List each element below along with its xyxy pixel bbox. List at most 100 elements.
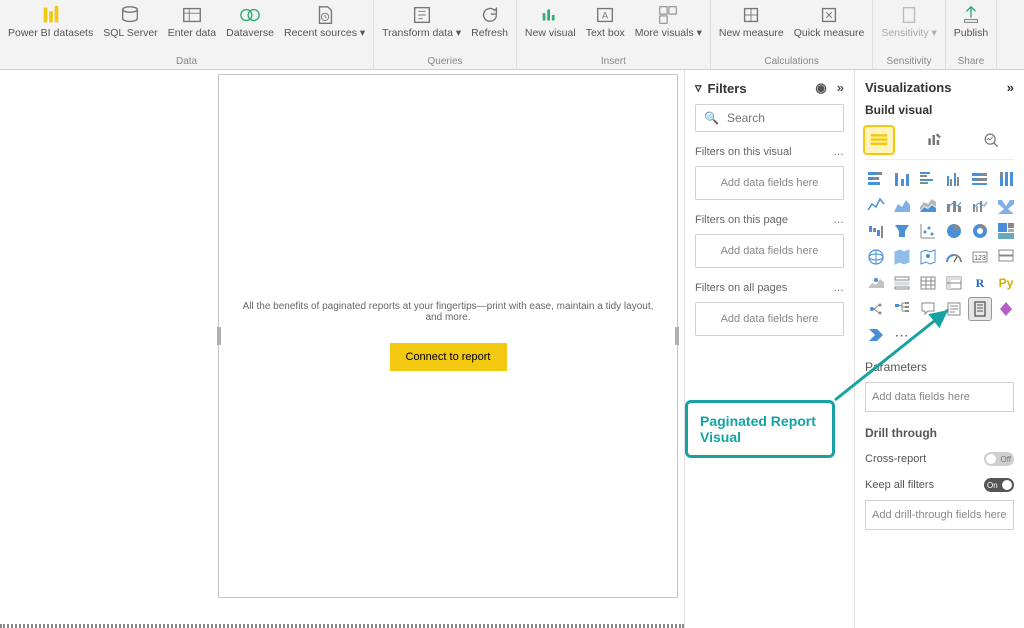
more-icon[interactable]: …	[833, 214, 844, 226]
viz-line[interactable]	[865, 194, 887, 216]
ribbon-btn-publish[interactable]: Publish	[950, 2, 992, 42]
keep-all-filters-label: Keep all filters	[865, 479, 934, 491]
filter-well-all[interactable]: Add data fields here	[695, 302, 844, 336]
build-tab-analytics[interactable]	[977, 127, 1005, 153]
page-boundary-dots	[0, 624, 684, 628]
viz-key-influencers[interactable]	[865, 298, 887, 320]
show-hide-icon[interactable]: ◉	[815, 80, 826, 96]
viz-stacked-area[interactable]	[917, 194, 939, 216]
filters-search[interactable]: 🔍	[695, 104, 844, 132]
ribbon-btn-label: Sensitivity ▾	[881, 28, 936, 40]
viz-decomposition-tree[interactable]	[891, 298, 913, 320]
connect-to-report-button[interactable]: Connect to report	[390, 343, 507, 371]
ribbon-btn-pbi-datasets[interactable]: Power BI datasets	[4, 2, 97, 42]
viz-stacked-column[interactable]	[891, 168, 913, 190]
viz-table[interactable]	[917, 272, 939, 294]
build-tab-format[interactable]	[921, 127, 949, 153]
viz-treemap[interactable]	[995, 220, 1017, 242]
filter-well-visual[interactable]: Add data fields here	[695, 166, 844, 200]
ribbon-btn-quick-measure[interactable]: Quick measure	[790, 2, 869, 42]
filters-header: ▿ Filters ◉ »	[695, 80, 844, 96]
viz-area[interactable]	[891, 194, 913, 216]
viz-paginated-report[interactable]	[969, 298, 991, 320]
visualizations-pane: Visualizations » Build visual	[854, 70, 1024, 628]
viz-waterfall[interactable]	[865, 220, 887, 242]
viz-python[interactable]: Py	[995, 272, 1017, 294]
viz-map[interactable]	[865, 246, 887, 268]
filters-title: Filters	[708, 81, 816, 96]
more-icon[interactable]: …	[833, 282, 844, 294]
canvas-area: ▽ ⛶ ⋯ All the benefits of paginated repo…	[0, 70, 684, 628]
viz-filled-map[interactable]	[891, 246, 913, 268]
placeholder-message: All the benefits of paginated reports at…	[237, 301, 659, 323]
ribbon-btn-new-visual[interactable]: New visual	[521, 2, 580, 42]
ribbon-btn-refresh[interactable]: Refresh	[467, 2, 512, 42]
viz-qna[interactable]	[917, 298, 939, 320]
svg-text:123: 123	[974, 255, 986, 262]
ribbon-btn-more-visuals[interactable]: More visuals ▾	[631, 2, 706, 42]
ribbon-btn-label: SQL Server	[103, 28, 157, 40]
ribbon-btn-dataverse[interactable]: Dataverse	[222, 2, 278, 42]
keep-all-filters-toggle[interactable]: On	[984, 478, 1014, 492]
viz-card[interactable]: 123	[969, 246, 991, 268]
ribbon-btn-transform-data[interactable]: Transform data ▾	[378, 2, 465, 42]
ribbon-section-label: Insert	[601, 54, 626, 69]
viz-pie[interactable]	[943, 220, 965, 242]
viz-ribbon[interactable]	[995, 194, 1017, 216]
viz-line-stacked-column[interactable]	[943, 194, 965, 216]
viz-line-clustered-column[interactable]	[969, 194, 991, 216]
viz-r-script[interactable]: R	[969, 272, 991, 294]
viz-power-apps[interactable]	[995, 298, 1017, 320]
more-icon[interactable]: …	[833, 146, 844, 158]
build-tab-fields[interactable]	[865, 127, 893, 153]
viz-stacked-bar[interactable]	[865, 168, 887, 190]
ribbon-btn-text-box[interactable]: AText box	[582, 2, 629, 42]
ribbon-section-label: Share	[958, 54, 985, 69]
ribbon-btn-label: Text box	[586, 28, 625, 40]
resize-handle-right[interactable]	[675, 327, 679, 345]
viz-100-stacked-column[interactable]	[995, 168, 1017, 190]
ribbon-btn-label: Dataverse	[226, 28, 274, 40]
viz-donut[interactable]	[969, 220, 991, 242]
ribbon-group-share: Publish Share	[946, 0, 997, 69]
viz-get-more[interactable]: ⋯	[891, 324, 913, 346]
cross-report-label: Cross-report	[865, 453, 926, 465]
ribbon-btn-label: Publish	[954, 28, 988, 40]
ribbon-btn-new-measure[interactable]: New measure	[715, 2, 788, 42]
viz-gauge[interactable]	[943, 246, 965, 268]
collapse-pane-icon[interactable]: »	[1007, 80, 1014, 95]
viz-power-automate[interactable]	[865, 324, 887, 346]
viz-100-stacked-bar[interactable]	[969, 168, 991, 190]
search-icon: 🔍	[704, 111, 719, 125]
cross-report-toggle[interactable]: Off	[984, 452, 1014, 466]
resize-handle-left[interactable]	[217, 327, 221, 345]
filters-pane: ▿ Filters ◉ » 🔍 Filters on this visual… …	[684, 70, 854, 628]
funnel-icon: ▿	[695, 80, 702, 96]
filter-well-page[interactable]: Add data fields here	[695, 234, 844, 268]
paginated-report-placeholder[interactable]: All the benefits of paginated reports at…	[218, 74, 678, 598]
filters-search-input[interactable]	[725, 110, 835, 126]
keep-all-filters-row: Keep all filters On	[865, 478, 1014, 492]
ribbon-btn-sensitivity: Sensitivity ▾	[877, 2, 940, 42]
ribbon-group-calculations: New measure Quick measure Calculations	[711, 0, 873, 69]
viz-header: Visualizations »	[865, 80, 1014, 95]
parameters-well[interactable]: Add data fields here	[865, 382, 1014, 412]
viz-funnel[interactable]	[891, 220, 913, 242]
viz-smart-narrative[interactable]	[943, 298, 965, 320]
viz-slicer[interactable]	[891, 272, 913, 294]
ribbon-btn-recent-sources[interactable]: Recent sources ▾	[280, 2, 369, 42]
ribbon-btn-label: New measure	[719, 28, 784, 40]
viz-gallery: 123 R Py ⋯	[865, 168, 1014, 346]
viz-scatter[interactable]	[917, 220, 939, 242]
viz-kpi[interactable]	[865, 272, 887, 294]
drill-through-well[interactable]: Add drill-through fields here	[865, 500, 1014, 530]
viz-matrix[interactable]	[943, 272, 965, 294]
viz-azure-map[interactable]	[917, 246, 939, 268]
ribbon-btn-enter-data[interactable]: Enter data	[164, 2, 220, 42]
ribbon-btn-label: New visual	[525, 28, 576, 40]
ribbon-btn-sql-server[interactable]: SQL Server	[99, 2, 161, 42]
viz-clustered-bar[interactable]	[917, 168, 939, 190]
collapse-pane-icon[interactable]: »	[837, 80, 844, 96]
viz-clustered-column[interactable]	[943, 168, 965, 190]
viz-multi-row-card[interactable]	[995, 246, 1017, 268]
